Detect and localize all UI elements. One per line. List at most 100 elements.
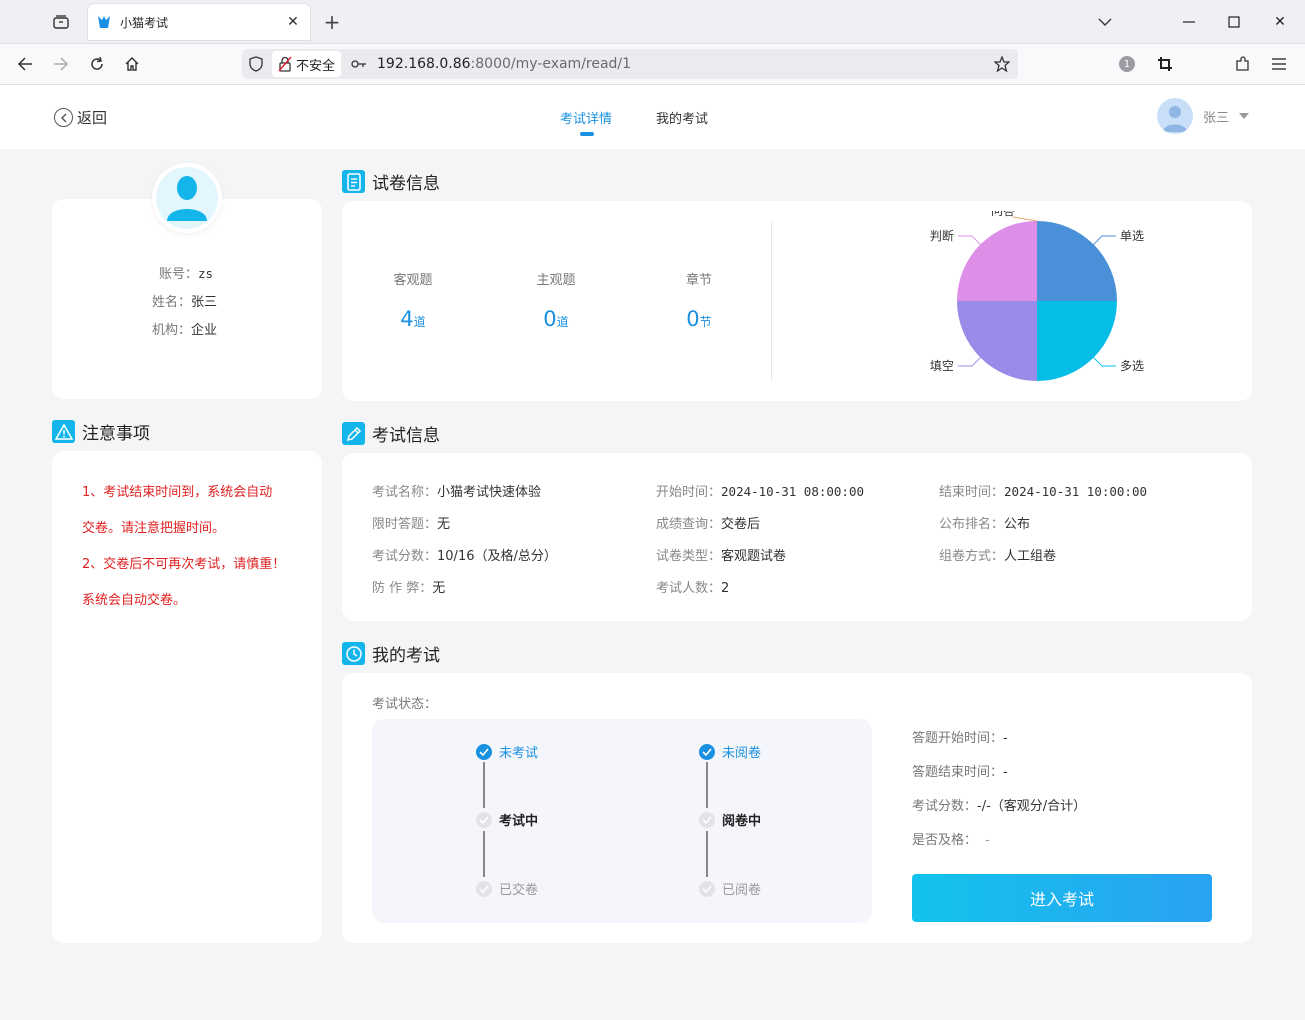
exam-status-label: 考试状态： (372, 693, 437, 712)
check-icon (476, 881, 492, 897)
pie-slice-1[interactable] (1037, 301, 1117, 381)
stat-objective-value: 4道 (363, 307, 463, 331)
exam-info-exam-name-value: 小猫考试快速体验 (437, 485, 541, 500)
address-bar[interactable]: 不安全 192.168.0.86:8000/my-exam/read/1 (242, 49, 1018, 79)
home-icon[interactable] (118, 50, 146, 78)
exam-info-score-query-value: 交卷后 (721, 517, 760, 532)
pie-label-line-0 (1094, 236, 1116, 244)
pie-label-1: 多选 (1120, 359, 1144, 373)
new-tab-icon[interactable]: + (318, 8, 346, 36)
clock-icon (342, 642, 365, 665)
pie-slice-3[interactable] (957, 221, 1037, 301)
tab-list-chevron-icon[interactable] (1091, 8, 1119, 36)
close-window-icon[interactable]: ✕ (1266, 8, 1294, 36)
back-button[interactable]: 返回 (54, 107, 107, 128)
shield-icon[interactable] (242, 56, 270, 72)
mark-step-marked: 已阅卷 (699, 879, 761, 898)
exam-info-start-time-value: 2024-10-31 08:00:00 (721, 484, 864, 499)
exam-info-score-query: 成绩查询：交卷后 (656, 513, 760, 532)
pie-label-0: 单选 (1120, 229, 1144, 243)
exam-step-submitted: 已交卷 (476, 879, 538, 898)
user-menu[interactable]: 张三 (1157, 98, 1249, 134)
mark-step-marked-label: 已阅卷 (722, 879, 761, 898)
result-end-time-value: - (1003, 765, 1008, 780)
pie-label-3: 判断 (930, 228, 954, 243)
tab-overview-icon[interactable] (47, 8, 75, 36)
profile-avatar (152, 163, 222, 233)
exam-info-exam-name: 考试名称：小猫考试快速体验 (372, 481, 541, 500)
stat-objective-label: 客观题 (363, 269, 463, 288)
exam-step-not-started: 未考试 (476, 742, 538, 761)
extension-badge-icon[interactable]: 1 (1113, 50, 1141, 78)
exam-info-exam-score-label: 考试分数： (372, 549, 437, 564)
notice-line-4: 系统会自动交卷。 (82, 589, 186, 608)
browser-tab-bar: 小猫考试 ✕ + ✕ (0, 0, 1305, 44)
exam-info-score-query-label: 成绩查询： (656, 517, 721, 532)
exam-info-compose-method-label: 组卷方式： (939, 549, 1004, 564)
exam-info-end-time: 结束时间：2024-10-31 10:00:00 (939, 481, 1147, 500)
stat-subjective-unit: 道 (557, 315, 569, 329)
url-path: :8000/my-exam/read/1 (471, 56, 632, 72)
bookmark-star-icon[interactable] (986, 56, 1018, 72)
exam-info-start-time: 开始时间：2024-10-31 08:00:00 (656, 481, 864, 500)
mark-step-line-1 (706, 762, 708, 808)
exam-info-time-limit-label: 限时答题： (372, 517, 437, 532)
pie-label-line-3 (958, 236, 980, 244)
tab-close-icon[interactable]: ✕ (284, 13, 302, 31)
tab-exam-detail[interactable]: 考试详情 (560, 108, 612, 127)
exam-info-anti-cheat-label: 防 作 弊： (372, 581, 432, 596)
menu-hamburger-icon[interactable] (1265, 50, 1293, 78)
mark-step-not-marked: 未阅卷 (699, 742, 761, 761)
extension-badge: 1 (1119, 56, 1135, 72)
key-icon[interactable] (345, 59, 373, 69)
enter-exam-button[interactable]: 进入考试 (912, 874, 1212, 922)
insecure-label: 不安全 (296, 55, 335, 74)
insecure-lock-icon (278, 56, 292, 72)
pie-label-4: 问答 (991, 211, 1015, 218)
browser-nav-bar: 不安全 192.168.0.86:8000/my-exam/read/1 1 (0, 44, 1305, 85)
account-label: 账号： (159, 267, 198, 282)
maximize-icon[interactable] (1220, 8, 1248, 36)
exam-info-anti-cheat: 防 作 弊：无 (372, 577, 445, 596)
tab-my-exams[interactable]: 我的考试 (656, 108, 708, 127)
minimize-icon[interactable] (1175, 8, 1203, 36)
mark-step-line-2 (706, 831, 708, 877)
user-name: 张三 (1203, 107, 1229, 126)
caret-down-icon (1239, 113, 1249, 119)
exam-info-title-text: 考试信息 (372, 421, 440, 446)
exam-info-start-time-label: 开始时间： (656, 485, 721, 500)
document-icon (342, 170, 365, 193)
name-label: 姓名： (152, 295, 191, 310)
insecure-badge[interactable]: 不安全 (272, 51, 341, 77)
result-end-time-label: 答题结束时间： (912, 765, 1003, 780)
browser-tab[interactable]: 小猫考试 ✕ (88, 4, 310, 40)
url-host: 192.168.0.86 (377, 56, 471, 72)
url-text[interactable]: 192.168.0.86:8000/my-exam/read/1 (377, 56, 986, 72)
name-value: 张三 (191, 295, 217, 310)
stat-objective-num: 4 (400, 307, 413, 331)
paper-info-title: 试卷信息 (342, 169, 440, 194)
stat-objective-unit: 道 (414, 315, 426, 329)
back-arrow-icon[interactable] (11, 50, 39, 78)
cat-logo-icon (96, 14, 112, 30)
pie-slice-2[interactable] (957, 301, 1037, 381)
result-start-time-value: - (1003, 731, 1008, 746)
exam-step-line-1 (483, 762, 485, 808)
exam-info-rank-publish-label: 公布排名： (939, 517, 1004, 532)
reload-icon[interactable] (83, 50, 111, 78)
result-start-time: 答题开始时间：- (912, 727, 1008, 746)
forward-arrow-icon[interactable] (47, 50, 75, 78)
exam-info-title: 考试信息 (342, 421, 440, 446)
stat-chapter-unit: 节 (700, 315, 712, 329)
check-icon (699, 744, 715, 760)
exam-step-in-progress: 考试中 (476, 810, 538, 829)
pie-slice-0[interactable] (1037, 221, 1117, 301)
question-type-pie-chart: 单选多选填空判断问答 (900, 211, 1180, 391)
extensions-puzzle-icon[interactable] (1229, 50, 1257, 78)
exam-step-not-started-label: 未考试 (499, 742, 538, 761)
stats-divider (771, 221, 772, 381)
exam-step-in-progress-label: 考试中 (499, 810, 538, 829)
exam-info-exam-score: 考试分数：10/16（及格/总分） (372, 545, 557, 564)
check-icon (476, 744, 492, 760)
crop-icon[interactable] (1151, 50, 1179, 78)
